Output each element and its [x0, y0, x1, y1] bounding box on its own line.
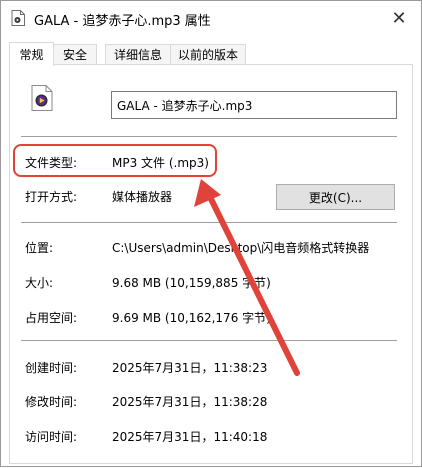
- accessed-value: 2025年7月31日，11:40:18: [112, 430, 268, 444]
- modified-value: 2025年7月31日，11:38:28: [112, 395, 268, 409]
- accessed-label: 访问时间:: [25, 430, 78, 444]
- modified-label: 修改时间:: [25, 395, 78, 409]
- media-file-icon: [31, 85, 53, 111]
- file-name-field[interactable]: [111, 91, 397, 119]
- open-with-value: 媒体播放器: [112, 190, 173, 204]
- divider: [21, 340, 397, 341]
- tab-previous-versions[interactable]: 以前的版本: [170, 44, 246, 64]
- size-on-disk-label: 占用空间:: [25, 311, 78, 325]
- tab-details[interactable]: 详细信息: [105, 44, 171, 64]
- annotation-highlight: [13, 144, 217, 177]
- divider: [21, 136, 397, 137]
- title-bar: GALA - 追梦赤子心.mp3 属性 ✕: [1, 1, 421, 35]
- divider: [21, 222, 397, 223]
- created-label: 创建时间:: [25, 361, 78, 375]
- properties-window: GALA - 追梦赤子心.mp3 属性 ✕ 常规 安全 详细信息 以前的版本 文…: [0, 0, 422, 467]
- document-icon: [11, 10, 25, 26]
- location-label: 位置:: [25, 241, 54, 255]
- tab-security[interactable]: 安全: [53, 44, 97, 64]
- window-title: GALA - 追梦赤子心.mp3 属性: [34, 14, 211, 29]
- open-with-label: 打开方式:: [25, 190, 78, 204]
- created-value: 2025年7月31日，11:38:23: [112, 361, 268, 375]
- close-button[interactable]: ✕: [385, 5, 413, 31]
- change-button[interactable]: 更改(C)...: [276, 184, 395, 210]
- size-value: 9.68 MB (10,159,885 字节): [112, 276, 271, 290]
- size-on-disk-value: 9.69 MB (10,162,176 字节): [112, 311, 271, 325]
- close-icon: ✕: [391, 7, 407, 29]
- size-label: 大小:: [25, 276, 54, 290]
- location-value: C:\Users\admin\Desktop\闪电音频格式转换器: [112, 241, 370, 255]
- tab-general[interactable]: 常规: [9, 42, 54, 66]
